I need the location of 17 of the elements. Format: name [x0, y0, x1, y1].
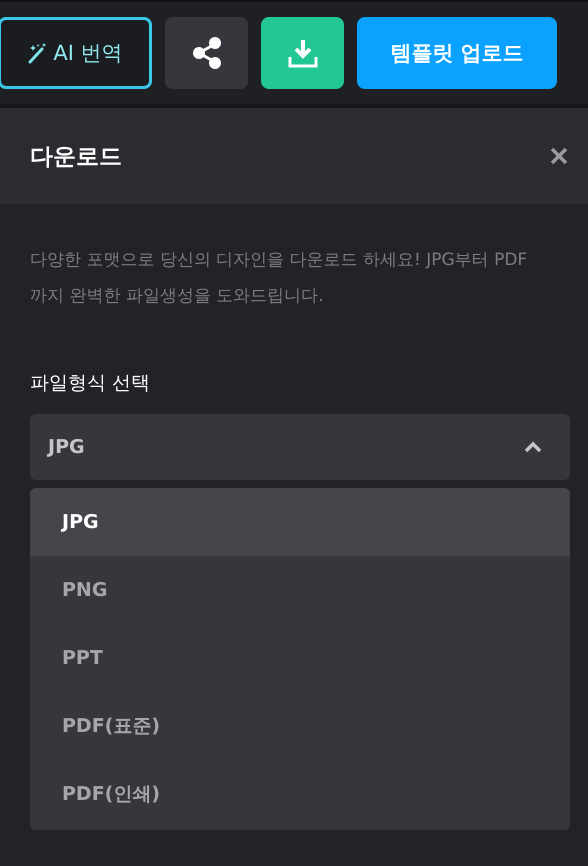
share-icon	[192, 37, 222, 69]
description-text: 다양한 포맷으로 당신의 디자인을 다운로드 하세요! JPG부터 PDF까지 완벽한 파일생성을 도와드립니다.	[30, 249, 528, 308]
close-icon[interactable]	[549, 146, 569, 166]
dropdown-option[interactable]: PPT	[30, 624, 570, 692]
dropdown-option[interactable]: JPG	[30, 488, 570, 556]
panel-title: 다운로드	[30, 142, 122, 172]
template-upload-button[interactable]: 템플릿 업로드	[357, 17, 557, 89]
share-button[interactable]	[165, 17, 248, 89]
download-icon	[286, 37, 318, 69]
file-format-select[interactable]: JPG	[30, 414, 570, 480]
magic-wand-icon	[27, 42, 48, 64]
dropdown-option[interactable]: PDF(표준)	[30, 692, 570, 760]
dropdown-option[interactable]: PNG	[30, 556, 570, 624]
chevron-icon	[524, 441, 542, 453]
field-label: 파일형식 선택	[30, 371, 152, 396]
dropdown-option[interactable]: PDF(인쇄)	[30, 760, 570, 828]
ai-translate-button[interactable]: AI 번역	[0, 17, 152, 89]
